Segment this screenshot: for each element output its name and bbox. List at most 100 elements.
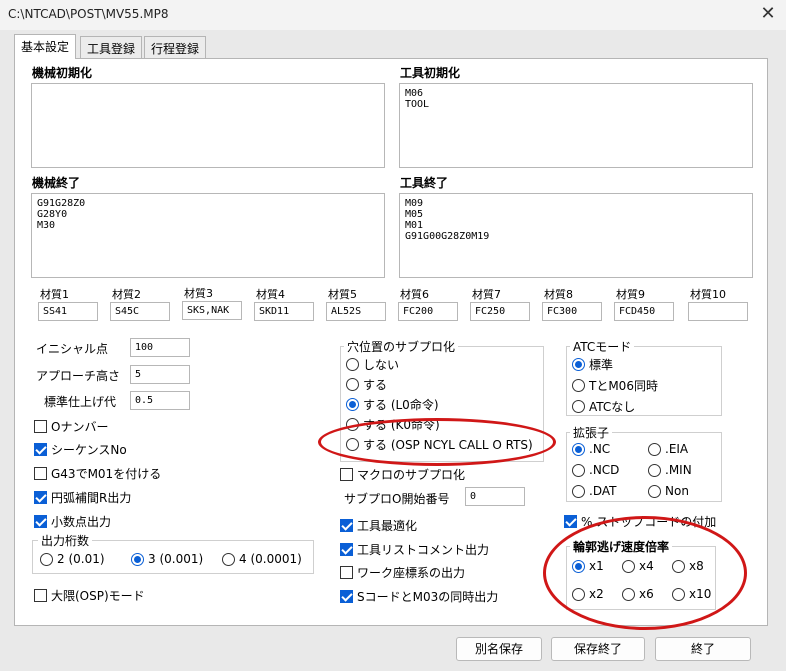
- hole-osp-radio[interactable]: する (OSP NCYL CALL O RTS): [346, 436, 533, 453]
- ext-eia-radio[interactable]: .EIA: [648, 442, 688, 456]
- o-number-checkbox[interactable]: Oナンバー: [34, 418, 108, 435]
- radio-circle[interactable]: [572, 358, 585, 371]
- atc-standard-radio[interactable]: 標準: [572, 356, 613, 373]
- digits-4-radio[interactable]: 4 (0.0001): [222, 552, 302, 566]
- hole-k0-radio[interactable]: する (K0命令): [346, 416, 440, 433]
- radio-circle[interactable]: [572, 379, 585, 392]
- radio-circle[interactable]: [648, 484, 661, 498]
- s-m03-label: SコードとM03の同時出力: [357, 590, 499, 604]
- material-1-input[interactable]: SS41: [38, 302, 98, 321]
- material-7-input[interactable]: FC250: [470, 302, 530, 321]
- material-7-label: 材質7: [472, 288, 501, 301]
- speed-x4-radio[interactable]: x4: [622, 559, 654, 573]
- radio-circle[interactable]: [572, 559, 585, 573]
- checkbox-box[interactable]: [340, 543, 353, 556]
- ext-non-radio[interactable]: Non: [648, 484, 689, 498]
- machine-init-textarea[interactable]: [31, 83, 385, 168]
- radio-circle[interactable]: [346, 358, 359, 371]
- checkbox-box[interactable]: [34, 420, 47, 433]
- radio-circle[interactable]: [346, 378, 359, 391]
- s-m03-checkbox[interactable]: SコードとM03の同時出力: [340, 588, 498, 605]
- tool-optimize-checkbox[interactable]: 工具最適化: [340, 517, 417, 534]
- g43-m01-checkbox[interactable]: G43でM01を付ける: [34, 465, 161, 482]
- radio-circle[interactable]: [40, 552, 53, 566]
- tool-init-textarea[interactable]: M06 TOOL: [399, 83, 753, 168]
- macro-subprog-checkbox[interactable]: マクロのサブプロ化: [340, 466, 465, 483]
- decimal-output-checkbox[interactable]: 小数点出力: [34, 513, 111, 530]
- tool-list-comment-checkbox[interactable]: 工具リストコメント出力: [340, 541, 489, 558]
- checkbox-box[interactable]: [564, 515, 577, 528]
- radio-circle[interactable]: [131, 552, 144, 566]
- hole-yes-radio[interactable]: する: [346, 376, 387, 393]
- exit-button[interactable]: 終了: [655, 637, 751, 661]
- speed-x1-radio[interactable]: x1: [572, 559, 604, 573]
- material-4-input[interactable]: SKD11: [254, 302, 314, 321]
- checkbox-box[interactable]: [340, 590, 353, 603]
- ext-ncd-radio[interactable]: .NCD: [572, 463, 619, 477]
- radio-circle[interactable]: [572, 484, 585, 498]
- speed-x6-radio[interactable]: x6: [622, 587, 654, 601]
- checkbox-box[interactable]: [340, 468, 353, 481]
- checkbox-box[interactable]: [34, 491, 47, 504]
- speed-x8-radio[interactable]: x8: [672, 559, 704, 573]
- radio-circle[interactable]: [346, 438, 359, 451]
- radio-circle[interactable]: [622, 587, 635, 601]
- osp-mode-checkbox[interactable]: 大隈(OSP)モード: [34, 587, 145, 604]
- save-as-button[interactable]: 別名保存: [456, 637, 542, 661]
- machine-end-textarea[interactable]: G91G28Z0 G28Y0 M30: [31, 193, 385, 278]
- material-3-input[interactable]: SKS,NAK: [182, 301, 242, 320]
- work-coord-checkbox[interactable]: ワーク座標系の出力: [340, 564, 465, 581]
- machine-init-label: 機械初期化: [32, 66, 93, 80]
- sequence-no-checkbox[interactable]: シーケンスNo: [34, 441, 127, 458]
- radio-circle[interactable]: [346, 398, 359, 411]
- radio-circle[interactable]: [672, 559, 685, 573]
- ext-nc-radio[interactable]: .NC: [572, 442, 610, 456]
- digits-2-radio[interactable]: 2 (0.01): [40, 552, 105, 566]
- ext-dat-radio[interactable]: .DAT: [572, 484, 616, 498]
- initial-point-input[interactable]: 100: [130, 338, 190, 357]
- hole-none-radio[interactable]: しない: [346, 356, 399, 373]
- radio-circle[interactable]: [222, 552, 235, 566]
- approach-height-input[interactable]: 5: [130, 365, 190, 384]
- arc-r-output-checkbox[interactable]: 円弧補間R出力: [34, 489, 131, 506]
- save-exit-button[interactable]: 保存終了: [551, 637, 645, 661]
- tool-end-textarea[interactable]: M09 M05 M01 G91G00G28Z0M19: [399, 193, 753, 278]
- percent-stop-checkbox[interactable]: % ストップコードの付加: [564, 513, 716, 530]
- finish-allowance-input[interactable]: 0.5: [130, 391, 190, 410]
- tab-basic-settings[interactable]: 基本設定: [14, 34, 77, 59]
- tab-tool-register[interactable]: 工具登録: [80, 36, 143, 58]
- material-8-input[interactable]: FC300: [542, 302, 602, 321]
- radio-circle[interactable]: [572, 442, 585, 456]
- material-2-input[interactable]: S45C: [110, 302, 170, 321]
- speed-x10-radio[interactable]: x10: [672, 587, 711, 601]
- radio-circle[interactable]: [572, 463, 585, 477]
- tab-process-register[interactable]: 行程登録: [144, 36, 207, 58]
- checkbox-box[interactable]: [34, 589, 47, 602]
- radio-circle[interactable]: [346, 418, 359, 431]
- radio-circle[interactable]: [572, 587, 585, 601]
- material-9-input[interactable]: FCD450: [614, 302, 674, 321]
- radio-circle[interactable]: [572, 400, 585, 413]
- checkbox-box[interactable]: [34, 467, 47, 480]
- hole-l0-radio[interactable]: する (L0命令): [346, 396, 439, 413]
- digits-3-radio[interactable]: 3 (0.001): [131, 552, 203, 566]
- material-6-input[interactable]: FC200: [398, 302, 458, 321]
- subprog-start-input[interactable]: 0: [465, 487, 525, 506]
- radio-circle[interactable]: [672, 587, 685, 601]
- material-2-label: 材質2: [112, 288, 141, 301]
- radio-circle[interactable]: [648, 463, 661, 477]
- atc-t-m06-radio[interactable]: TとM06同時: [572, 377, 658, 394]
- hole-yes-label: する: [363, 378, 388, 392]
- radio-circle[interactable]: [648, 442, 661, 456]
- close-icon[interactable]: ✕: [756, 3, 780, 27]
- checkbox-box[interactable]: [340, 519, 353, 532]
- checkbox-box[interactable]: [34, 515, 47, 528]
- radio-circle[interactable]: [622, 559, 635, 573]
- checkbox-box[interactable]: [34, 443, 47, 456]
- material-10-input[interactable]: [688, 302, 748, 321]
- ext-min-radio[interactable]: .MIN: [648, 463, 692, 477]
- material-5-input[interactable]: AL52S: [326, 302, 386, 321]
- atc-none-radio[interactable]: ATCなし: [572, 398, 635, 415]
- speed-x2-radio[interactable]: x2: [572, 587, 604, 601]
- checkbox-box[interactable]: [340, 566, 353, 579]
